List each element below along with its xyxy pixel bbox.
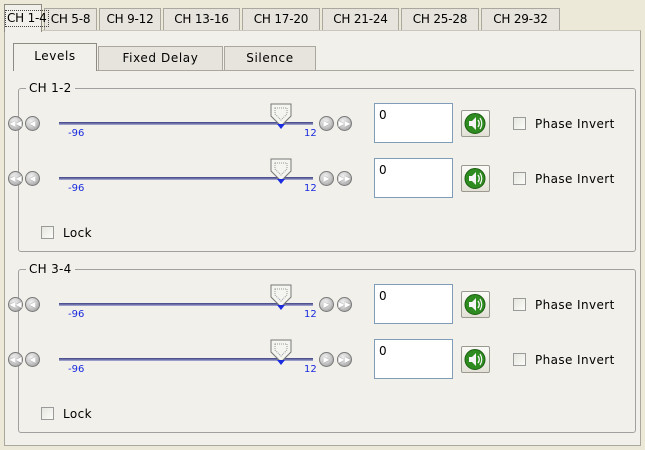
slider-max-label: 12: [304, 183, 317, 194]
slider-thumb[interactable]: [269, 157, 293, 185]
speaker-button[interactable]: [461, 110, 490, 137]
tab-ch-13-16[interactable]: CH 13-16: [163, 8, 240, 31]
slider-thumb[interactable]: [269, 338, 293, 366]
left-arrow-icon[interactable]: ◀: [25, 116, 40, 131]
lock-row: Lock: [19, 222, 219, 244]
right-arrow-icon[interactable]: ▶: [319, 297, 334, 312]
double-right-arrow-icon[interactable]: ▶▶: [337, 297, 352, 312]
tab-ch-1-4[interactable]: CH 1-4: [4, 4, 49, 32]
slider-min-label: -96: [68, 309, 85, 320]
double-right-arrow-icon[interactable]: ▶▶: [337, 116, 352, 131]
group-ch-3-4: CH 3-4 ◀◀ ◀ -96 12 ▶ ▶▶ 0 Phase Invert ◀…: [8, 261, 636, 433]
phase-invert-checkbox[interactable]: [513, 172, 526, 185]
tab-ch-25-28[interactable]: CH 25-28: [401, 8, 479, 31]
double-right-arrow-icon[interactable]: ▶▶: [337, 171, 352, 186]
phase-invert-label: Phase Invert: [535, 353, 615, 367]
speaker-button[interactable]: [461, 346, 490, 373]
right-arrow-icon[interactable]: ▶: [319, 116, 334, 131]
lock-label: Lock: [63, 407, 92, 421]
level-input[interactable]: 0: [374, 158, 453, 198]
lock-checkbox[interactable]: [41, 226, 54, 239]
slider-max-label: 12: [304, 128, 317, 139]
phase-invert-label: Phase Invert: [535, 117, 615, 131]
slider-max-label: 12: [304, 364, 317, 375]
speaker-icon: [464, 349, 486, 370]
double-left-arrow-icon[interactable]: ◀◀: [8, 116, 23, 131]
phase-invert-label: Phase Invert: [535, 172, 615, 186]
channel-row: ◀◀ ◀ -96 12 ▶ ▶▶ 0 Phase Invert: [8, 283, 635, 327]
slider-min-label: -96: [68, 128, 85, 139]
phase-invert-checkbox[interactable]: [513, 298, 526, 311]
slider-min-label: -96: [68, 183, 85, 194]
channel-row: ◀◀ ◀ -96 12 ▶ ▶▶ 0 Phase Invert: [8, 338, 635, 382]
slider-min-label: -96: [68, 364, 85, 375]
slider-max-label: 12: [304, 309, 317, 320]
speaker-icon: [464, 168, 486, 189]
level-input[interactable]: 0: [374, 284, 453, 324]
tab-ch-17-20[interactable]: CH 17-20: [242, 8, 320, 31]
right-arrow-icon[interactable]: ▶: [319, 171, 334, 186]
speaker-button[interactable]: [461, 165, 490, 192]
speaker-icon: [464, 113, 486, 134]
tab-silence[interactable]: Silence: [224, 46, 316, 70]
tab-ch-21-24[interactable]: CH 21-24: [322, 8, 399, 31]
phase-invert-label: Phase Invert: [535, 298, 615, 312]
tab-ch-5-8[interactable]: CH 5-8: [44, 8, 97, 31]
tab-ch-9-12[interactable]: CH 9-12: [99, 8, 161, 31]
slider-thumb[interactable]: [269, 102, 293, 130]
group-title: CH 3-4: [26, 261, 75, 277]
left-arrow-icon[interactable]: ◀: [25, 297, 40, 312]
tab-levels[interactable]: Levels: [13, 43, 97, 71]
tab-ch-29-32[interactable]: CH 29-32: [481, 8, 560, 31]
slider-thumb[interactable]: [269, 283, 293, 311]
tab-label: CH 1-4: [5, 10, 49, 27]
lock-row: Lock: [19, 403, 219, 425]
left-arrow-icon[interactable]: ◀: [25, 171, 40, 186]
group-title: CH 1-2: [26, 80, 75, 96]
group-ch-1-2: CH 1-2 ◀◀ ◀ -96 12 ▶ ▶▶ 0 Phase Invert ◀…: [8, 80, 636, 252]
level-input[interactable]: 0: [374, 103, 453, 143]
tab-fixed-delay[interactable]: Fixed Delay: [98, 46, 223, 70]
double-right-arrow-icon[interactable]: ▶▶: [337, 352, 352, 367]
level-input[interactable]: 0: [374, 339, 453, 379]
lock-label: Lock: [63, 226, 92, 240]
double-left-arrow-icon[interactable]: ◀◀: [8, 352, 23, 367]
left-arrow-icon[interactable]: ◀: [25, 352, 40, 367]
speaker-icon: [464, 294, 486, 315]
lock-checkbox[interactable]: [41, 407, 54, 420]
phase-invert-checkbox[interactable]: [513, 117, 526, 130]
channel-tab-strip: CH 1-4 CH 5-8 CH 9-12 CH 13-16 CH 17-20 …: [4, 4, 641, 32]
right-arrow-icon[interactable]: ▶: [319, 352, 334, 367]
double-left-arrow-icon[interactable]: ◀◀: [8, 171, 23, 186]
double-left-arrow-icon[interactable]: ◀◀: [8, 297, 23, 312]
channel-row: ◀◀ ◀ -96 12 ▶ ▶▶ 0 Phase Invert: [8, 157, 635, 201]
phase-invert-checkbox[interactable]: [513, 353, 526, 366]
speaker-button[interactable]: [461, 291, 490, 318]
channel-row: ◀◀ ◀ -96 12 ▶ ▶▶ 0 Phase Invert: [8, 102, 635, 146]
